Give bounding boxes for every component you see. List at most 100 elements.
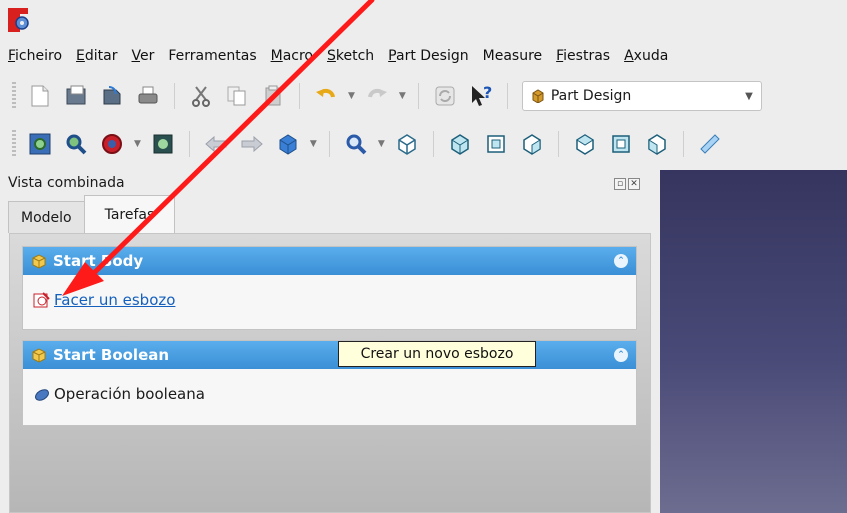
- refresh-icon: [435, 86, 455, 106]
- standard-views-dropdown-arrow-icon[interactable]: ▼: [310, 139, 317, 149]
- toolbar-grip[interactable]: [12, 82, 16, 110]
- bounding-box-button[interactable]: [148, 129, 178, 159]
- collapse-icon[interactable]: ⌃: [614, 254, 628, 268]
- front-view-button[interactable]: [445, 129, 475, 159]
- printer-icon: [138, 86, 158, 104]
- menu-ferramentas[interactable]: Ferramentas: [162, 48, 262, 64]
- menu-editar[interactable]: Editar: [70, 48, 123, 64]
- undo-button[interactable]: [311, 81, 341, 111]
- refresh-button[interactable]: [430, 81, 460, 111]
- redo-dropdown-arrow-icon[interactable]: ▼: [399, 91, 406, 101]
- left-view-button[interactable]: [642, 129, 672, 159]
- fit-all-button[interactable]: [25, 129, 55, 159]
- menu-macro[interactable]: Macro: [265, 48, 319, 64]
- open-folder-icon: [66, 85, 86, 105]
- start-boolean-header[interactable]: Start Boolean ⌃: [23, 341, 636, 369]
- toolbar-separator: [417, 83, 419, 109]
- zoom-icon: [346, 134, 367, 155]
- fit-selection-icon: [66, 134, 87, 155]
- isometric-view-icon: [398, 134, 416, 155]
- cut-button[interactable]: [186, 81, 216, 111]
- freecad-logo-icon: [8, 8, 29, 32]
- tab-tarefas[interactable]: Tarefas: [83, 195, 176, 233]
- menu-bar: Ficheiro Editar Ver Ferramentas Macro Sk…: [0, 38, 847, 74]
- panel-window-buttons: ▫ ✕: [614, 178, 640, 190]
- float-panel-icon[interactable]: ▫: [614, 178, 626, 190]
- start-boolean-taskbox: Start Boolean ⌃ Operación booleana: [22, 340, 637, 426]
- create-sketch-row[interactable]: Facer un esbozo: [33, 291, 636, 309]
- redo-button[interactable]: [362, 81, 392, 111]
- front-view-icon: [451, 134, 469, 155]
- toolbar-separator: [432, 131, 434, 157]
- fit-all-icon: [29, 133, 51, 155]
- save-button[interactable]: [97, 81, 127, 111]
- close-panel-icon[interactable]: ✕: [628, 178, 640, 190]
- boolean-operation-label[interactable]: Operación booleana: [54, 385, 205, 403]
- save-icon: [103, 86, 121, 105]
- toolbar-separator: [299, 83, 300, 109]
- chevron-down-icon: ▼: [745, 90, 753, 102]
- whats-this-button[interactable]: ?: [466, 81, 496, 111]
- draw-style-dropdown-arrow-icon[interactable]: ▼: [134, 139, 141, 149]
- draw-style-button[interactable]: [97, 129, 127, 159]
- menu-measure[interactable]: Measure: [477, 48, 549, 64]
- forward-button[interactable]: [237, 129, 267, 159]
- measure-distance-button[interactable]: [695, 129, 725, 159]
- isometric-view-button[interactable]: [392, 129, 422, 159]
- workbench-label: Part Design: [550, 88, 632, 104]
- right-view-icon: [523, 134, 541, 155]
- boolean-operation-row[interactable]: Operación booleana: [33, 385, 636, 403]
- zoom-button[interactable]: [341, 129, 371, 159]
- zoom-dropdown-arrow-icon[interactable]: ▼: [378, 139, 385, 149]
- menu-axuda[interactable]: Axuda: [618, 48, 674, 64]
- rear-view-icon: [575, 134, 594, 155]
- undo-dropdown-arrow-icon[interactable]: ▼: [348, 91, 355, 101]
- undo-icon: [316, 88, 335, 98]
- right-view-button[interactable]: [517, 129, 547, 159]
- copy-button[interactable]: [222, 81, 252, 111]
- new-document-icon: [31, 85, 49, 107]
- body-cube-icon: [31, 253, 47, 269]
- ruler-icon: [700, 134, 720, 154]
- start-body-taskbox: Start Body ⌃ Facer un esbozo: [22, 246, 637, 330]
- start-body-header[interactable]: Start Body ⌃: [23, 247, 636, 275]
- menu-ver[interactable]: Ver: [126, 48, 161, 64]
- toolbar-grip[interactable]: [12, 130, 16, 158]
- task-panel-area: Start Body ⌃ Facer un esbozo Start Boole…: [9, 233, 651, 513]
- combo-view-panel: Vista combinada ▫ ✕ Modelo Tarefas Start…: [0, 170, 660, 513]
- menu-ficheiro[interactable]: Ficheiro: [2, 48, 68, 64]
- bottom-view-button[interactable]: [606, 129, 636, 159]
- top-view-button[interactable]: [481, 129, 511, 159]
- bottom-view-icon: [612, 135, 630, 153]
- create-sketch-link[interactable]: Facer un esbozo: [54, 291, 175, 309]
- toolbar-separator: [328, 131, 330, 157]
- fit-selection-button[interactable]: [61, 129, 91, 159]
- 3d-viewport[interactable]: [660, 170, 847, 513]
- view-toolbar: ▼ ▼ ▼: [0, 118, 847, 170]
- paste-icon: [265, 85, 281, 106]
- start-body-title: Start Body: [53, 252, 144, 270]
- paste-button[interactable]: [258, 81, 288, 111]
- standard-views-button[interactable]: [273, 129, 303, 159]
- sketch-icon: [33, 291, 51, 309]
- menu-part-design[interactable]: Part Design: [382, 48, 474, 64]
- menu-sketch[interactable]: Sketch: [321, 48, 380, 64]
- svg-text:?: ?: [483, 84, 492, 102]
- title-bar: [0, 0, 847, 38]
- collapse-icon[interactable]: ⌃: [614, 348, 628, 362]
- top-view-icon: [487, 135, 505, 153]
- back-button[interactable]: [201, 129, 231, 159]
- print-button[interactable]: [133, 81, 163, 111]
- workbench-selector[interactable]: Part Design ▼: [521, 81, 762, 111]
- new-document-button[interactable]: [25, 81, 55, 111]
- bounding-box-icon: [153, 134, 173, 154]
- tab-modelo[interactable]: Modelo: [8, 201, 85, 233]
- no-draw-style-icon: [102, 134, 122, 154]
- redo-icon: [367, 88, 387, 98]
- rear-view-button[interactable]: [570, 129, 600, 159]
- open-button[interactable]: [61, 81, 91, 111]
- toolbar-separator: [682, 131, 684, 157]
- toolbar-separator: [174, 83, 175, 109]
- menu-fiestras[interactable]: Fiestras: [550, 48, 616, 64]
- toolbar-separator: [557, 131, 559, 157]
